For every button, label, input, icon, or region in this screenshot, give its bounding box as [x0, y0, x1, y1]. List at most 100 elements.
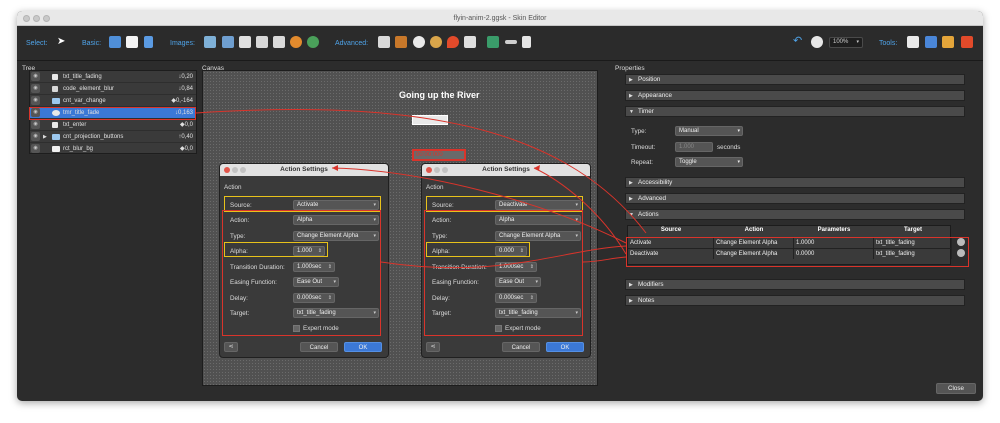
- column-header-action[interactable]: Action: [714, 226, 794, 235]
- group-icon[interactable]: [925, 36, 937, 48]
- canvas-title-text: Going up the River: [399, 90, 480, 100]
- timeout-label: Timeout:: [631, 144, 656, 151]
- rectangle-tool-icon[interactable]: [126, 36, 138, 48]
- zoom-select[interactable]: 100% ▾: [829, 37, 863, 48]
- container-icon: [52, 134, 60, 140]
- timer-tool-icon[interactable]: [413, 36, 425, 48]
- dialog-close-icon[interactable]: [426, 167, 432, 173]
- map-tool-icon[interactable]: [290, 36, 302, 48]
- container-icon: [52, 98, 60, 104]
- collapse-arrow-icon: ▼: [629, 212, 634, 218]
- section-appearance[interactable]: ▶ Appearance: [625, 90, 965, 101]
- dialog-minimize-icon: [434, 167, 440, 173]
- dialog-title: Action Settings: [482, 166, 530, 173]
- canvas-timer-element[interactable]: 00:00:000: [412, 149, 466, 161]
- images-label: Images:: [170, 40, 195, 47]
- section-advanced[interactable]: ▶ Advanced: [625, 193, 965, 204]
- cancel-button[interactable]: Cancel: [502, 342, 540, 352]
- section-notes[interactable]: ▶ Notes: [625, 295, 965, 306]
- compass-tool-icon[interactable]: [430, 36, 442, 48]
- section-position[interactable]: ▶ Position: [625, 74, 965, 85]
- code-icon: [52, 86, 58, 92]
- globe-tool-icon[interactable]: [307, 36, 319, 48]
- hotspot-tool-icon[interactable]: [378, 36, 390, 48]
- tree-item[interactable]: ◉ txt_title_fading ↓0,20: [30, 71, 196, 83]
- code-tool-icon[interactable]: [256, 36, 268, 48]
- repeat-select[interactable]: Toggle ▾: [675, 157, 743, 167]
- window-title: flyin-anim-2.ggsk - Skin Editor: [453, 15, 547, 22]
- dialog-close-icon[interactable]: [224, 167, 230, 173]
- section-actions[interactable]: ▼ Actions: [625, 209, 965, 220]
- svg-tool-icon[interactable]: [239, 36, 251, 48]
- shapes-icon[interactable]: [942, 36, 954, 48]
- eye-icon[interactable]: ◉: [31, 72, 40, 81]
- canvas-element-box[interactable]: [412, 115, 448, 125]
- collapse-arrow-icon: ▼: [629, 109, 634, 115]
- image-tool-icon[interactable]: [204, 36, 216, 48]
- timeout-unit: seconds: [717, 144, 741, 151]
- expand-arrow-icon[interactable]: ▶: [43, 131, 47, 143]
- toolbar: Select: ➤ Basic: Images: Advanced: ↶ 100…: [17, 26, 983, 61]
- slider-tool-icon[interactable]: [505, 40, 517, 44]
- settings-highlight-deactivate: [424, 210, 583, 336]
- actions-table-highlight: [626, 237, 969, 267]
- share-icon[interactable]: ⋖: [426, 342, 440, 352]
- zoom-window-icon[interactable]: [43, 15, 50, 22]
- eye-icon[interactable]: ◉: [31, 144, 40, 153]
- tree-item[interactable]: ◉ ▶ cnt_projection_buttons ↑0,40: [30, 131, 196, 143]
- column-header-parameters[interactable]: Parameters: [794, 226, 874, 235]
- fix-icon[interactable]: [961, 36, 973, 48]
- properties-panel-label: Properties: [615, 65, 645, 72]
- column-header-target[interactable]: Target: [874, 226, 952, 235]
- dialog-zoom-icon: [240, 167, 246, 173]
- marker-tool-icon[interactable]: [447, 36, 459, 48]
- text-tool-icon[interactable]: [144, 36, 153, 48]
- ok-button[interactable]: OK: [344, 342, 382, 352]
- rectangle-icon: [52, 146, 60, 152]
- expand-arrow-icon: ▶: [629, 282, 633, 288]
- button-image-tool-icon[interactable]: [222, 36, 234, 48]
- share-icon[interactable]: ⋖: [224, 342, 238, 352]
- advanced-label: Advanced:: [335, 40, 369, 47]
- tree-item[interactable]: ◉ txt_enter ◆0,0: [30, 119, 196, 131]
- cancel-button[interactable]: Cancel: [300, 342, 338, 352]
- tools-label: Tools:: [879, 40, 898, 47]
- close-window-icon[interactable]: [23, 15, 30, 22]
- column-header-source[interactable]: Source: [628, 226, 714, 235]
- video-tool-icon[interactable]: [464, 36, 476, 48]
- preview-icon[interactable]: [811, 36, 823, 48]
- text-field-tool-icon[interactable]: [522, 36, 531, 48]
- tree-item[interactable]: ◉ code_element_blur ↓0,84: [30, 83, 196, 95]
- eye-icon[interactable]: ◉: [31, 132, 40, 141]
- section-modifiers[interactable]: ▶ Modifiers: [625, 279, 965, 290]
- select-label: Select:: [26, 40, 48, 47]
- expand-arrow-icon: ▶: [629, 93, 633, 99]
- pdf-tool-icon[interactable]: [273, 36, 285, 48]
- eye-icon[interactable]: ◉: [31, 120, 40, 129]
- tree-item[interactable]: ◉ rct_blur_bg ◆0,0: [30, 143, 196, 155]
- undo-icon[interactable]: ↶: [793, 34, 805, 47]
- expand-arrow-icon: ▶: [629, 180, 633, 186]
- eye-icon[interactable]: ◉: [31, 84, 40, 93]
- dialog-section-label: Action: [426, 184, 444, 191]
- dialog-section-label: Action: [224, 184, 242, 191]
- timer-type-select[interactable]: Manual ▾: [675, 126, 743, 136]
- timeout-input[interactable]: 1.000: [675, 142, 713, 152]
- grid-tool-icon[interactable]: [395, 36, 407, 48]
- close-button[interactable]: Close: [936, 383, 976, 394]
- ok-button[interactable]: OK: [546, 342, 584, 352]
- container-tool-icon[interactable]: [109, 36, 121, 48]
- tree-item[interactable]: ◉ cnt_var_change ◆0,-164: [30, 95, 196, 107]
- eye-icon[interactable]: ◉: [31, 96, 40, 105]
- expand-arrow-icon: ▶: [629, 196, 633, 202]
- repeat-label: Repeat:: [631, 159, 654, 166]
- minimize-window-icon[interactable]: [33, 15, 40, 22]
- panorama-tool-icon[interactable]: [487, 36, 499, 48]
- section-accessibility[interactable]: ▶ Accessibility: [625, 177, 965, 188]
- pointer-hand-icon[interactable]: [907, 36, 919, 48]
- settings-highlight-activate: [222, 210, 381, 336]
- text-icon: [52, 74, 58, 80]
- dialog-zoom-icon: [442, 167, 448, 173]
- section-timer[interactable]: ▼ Timer: [625, 106, 965, 117]
- pointer-icon[interactable]: ➤: [57, 36, 69, 48]
